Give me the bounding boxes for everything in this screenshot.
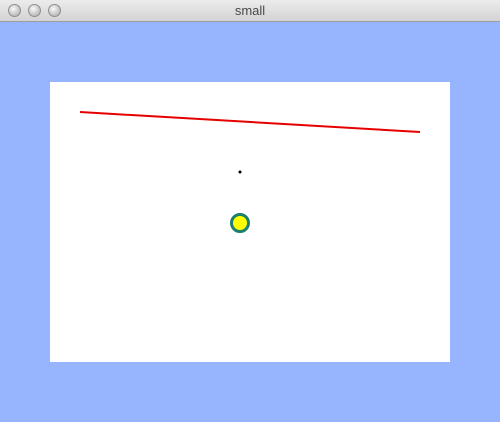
window-title: small — [234, 3, 266, 18]
content-area — [0, 22, 500, 422]
title-bar[interactable]: small — [0, 0, 500, 22]
red-line — [79, 111, 421, 133]
yellow-circle[interactable] — [230, 213, 250, 233]
canvas-svg — [79, 111, 421, 233]
drawing-canvas[interactable] — [50, 82, 450, 362]
small-dot — [238, 170, 242, 174]
app-window: small — [0, 0, 500, 422]
